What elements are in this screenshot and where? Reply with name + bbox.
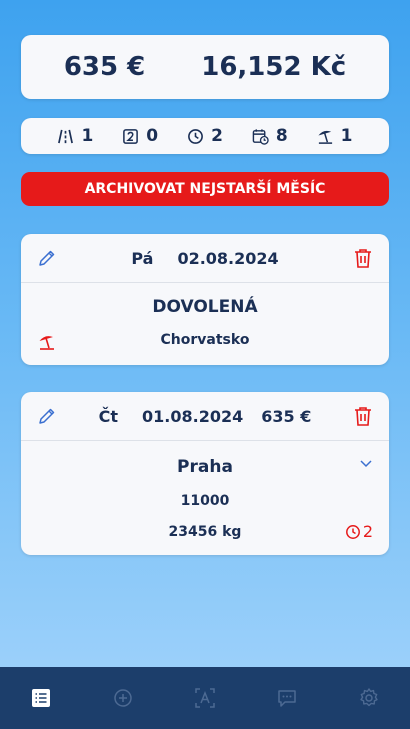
stat-clock-value: 2 xyxy=(211,126,223,146)
clock-icon xyxy=(188,128,203,144)
entry-header: Čt 01.08.2024 635 € xyxy=(21,392,389,441)
totals-card: 635 € 16,152 Kč xyxy=(21,35,389,99)
trash-icon[interactable] xyxy=(353,247,373,269)
stat-number-two-value: 0 xyxy=(146,126,159,146)
stat-vacation: 1 xyxy=(317,126,353,146)
beach-umbrella-icon xyxy=(318,130,332,144)
clock-count: 2 xyxy=(362,522,373,541)
entry-price: 635 € xyxy=(261,406,312,426)
calendar-clock-icon xyxy=(252,128,269,145)
entry-body: DOVOLENÁ Chorvatsko xyxy=(21,283,389,365)
entry-number: 11000 xyxy=(180,493,230,509)
entry-day: Pá xyxy=(131,248,154,268)
total-eur: 635 € xyxy=(63,52,146,82)
chat-icon[interactable] xyxy=(276,687,298,709)
clock-badge: 2 xyxy=(345,522,373,541)
entry-weight: 23456 kg xyxy=(168,524,242,540)
archive-oldest-month-button[interactable]: ARCHIVOVAT NEJSTARŠÍ MĚSÍC xyxy=(21,172,389,206)
entry-date: 02.08.2024 xyxy=(177,248,279,268)
entry-title: DOVOLENÁ xyxy=(152,297,258,317)
entry-header: Pá 02.08.2024 xyxy=(21,234,389,283)
chevron-down-icon[interactable] xyxy=(359,459,373,469)
entry-card[interactable]: Pá 02.08.2024 DOVOLENÁ Chorvatsko xyxy=(21,234,389,365)
stat-road: 1 xyxy=(57,126,93,146)
list-icon[interactable] xyxy=(30,687,52,709)
entry-city: Praha xyxy=(177,457,233,477)
entry-day: Čt xyxy=(98,406,119,426)
total-czk: 16,152 Kč xyxy=(201,52,347,82)
stat-calendar: 8 xyxy=(252,126,288,146)
entry-subtitle: Chorvatsko xyxy=(160,332,250,348)
pencil-icon[interactable] xyxy=(37,406,57,426)
stat-vacation-value: 1 xyxy=(340,126,353,146)
entry-date: 01.08.2024 xyxy=(142,406,244,426)
entry-body: Praha 11000 23456 kg 2 xyxy=(21,441,389,555)
scan-text-icon[interactable] xyxy=(194,687,216,709)
entry-card[interactable]: Čt 01.08.2024 635 € Praha 11000 23456 kg… xyxy=(21,392,389,555)
stats-card: 1 0 2 8 1 xyxy=(21,118,389,154)
settings-icon[interactable] xyxy=(358,687,380,709)
road-icon xyxy=(58,129,74,143)
stat-calendar-value: 8 xyxy=(275,126,288,146)
trash-icon[interactable] xyxy=(353,405,373,427)
add-circle-icon[interactable] xyxy=(112,687,134,709)
stat-number-two: 0 xyxy=(122,126,158,146)
clock-icon xyxy=(345,524,360,539)
number-two-box-icon xyxy=(123,128,139,144)
bottom-nav xyxy=(0,667,410,729)
stat-road-value: 1 xyxy=(81,126,94,146)
stat-clock: 2 xyxy=(187,126,223,146)
pencil-icon[interactable] xyxy=(37,248,57,268)
